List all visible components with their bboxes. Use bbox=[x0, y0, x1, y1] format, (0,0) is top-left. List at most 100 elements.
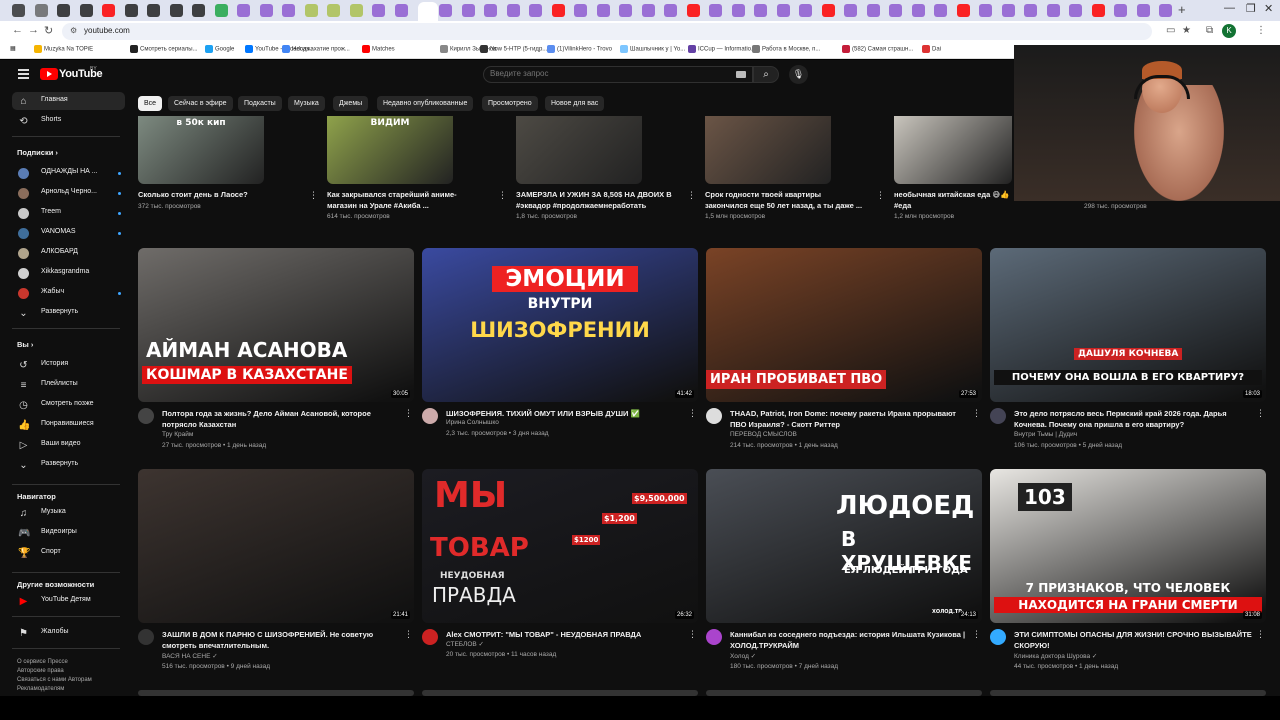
browser-menu-icon[interactable]: ⋮ bbox=[1256, 25, 1266, 36]
video-thumbnail[interactable]: 21:41 bbox=[138, 469, 414, 623]
footer-line[interactable]: О сервисе Прессе bbox=[17, 658, 117, 667]
filter-chip[interactable]: Новое для вас bbox=[545, 96, 605, 111]
video-thumbnail[interactable]: в 50к кип bbox=[138, 116, 264, 184]
menu-icon[interactable] bbox=[18, 69, 29, 79]
video-thumbnail[interactable]: ДАШУЛЯ КОЧНЕВА ПОЧЕМУ ОНА ВОШЛА В ЕГО КВА… bbox=[990, 248, 1266, 402]
sidebar-item-subscription[interactable]: VANOMAS bbox=[12, 224, 125, 242]
url-field[interactable]: ⚙ youtube.com bbox=[62, 23, 1152, 40]
channel-avatar[interactable] bbox=[138, 629, 154, 645]
footer-line[interactable]: Авторские права bbox=[17, 667, 117, 676]
back-icon[interactable]: ← bbox=[12, 24, 23, 36]
sidebar-item-reports[interactable]: ⚑ Жалобы bbox=[12, 624, 125, 642]
bookmark-item[interactable]: Шашлычник у | Yo... bbox=[620, 45, 685, 53]
sidebar-item-chevron-down[interactable]: ⌄ Развернуть bbox=[12, 456, 125, 474]
more-options-icon[interactable]: ⋮ bbox=[688, 408, 697, 419]
channel-name[interactable]: Клиника доктора Шурова ✓ bbox=[1014, 652, 1097, 660]
browser-tab[interactable] bbox=[956, 4, 970, 17]
video-title-line2[interactable]: магазин на Урале #Акиба ... bbox=[327, 200, 492, 211]
browser-tab[interactable] bbox=[214, 4, 228, 17]
site-info-icon[interactable]: ⚙ bbox=[70, 26, 77, 35]
browser-tab[interactable] bbox=[979, 4, 992, 17]
browser-tab[interactable] bbox=[686, 4, 700, 17]
bookmark-item[interactable]: Now 5-HTP (5-гидр... bbox=[480, 45, 547, 53]
browser-tab[interactable] bbox=[529, 4, 542, 17]
video-thumbnail[interactable]: 103 7 ПРИЗНАКОВ, ЧТО ЧЕЛОВЕК НАХОДИТСЯ НА … bbox=[990, 469, 1266, 623]
filter-chip[interactable]: Музыка bbox=[288, 96, 325, 111]
browser-tab[interactable] bbox=[731, 4, 745, 17]
sidebar-item-subscription[interactable]: Арнольд Черно... bbox=[12, 184, 125, 202]
browser-tab[interactable] bbox=[124, 4, 138, 17]
video-title-line2[interactable]: ПВО Израиля? - Скотт Риттер bbox=[730, 419, 975, 430]
browser-tab[interactable] bbox=[12, 4, 25, 17]
search-box[interactable] bbox=[483, 66, 753, 83]
video-thumbnail[interactable]: ЭМОЦИИ ВНУТРИ ШИЗОФРЕНИИ 41:42 bbox=[422, 248, 698, 402]
extensions-icon[interactable]: ⧉ bbox=[1206, 25, 1213, 36]
video-title-line2[interactable]: #эквадор #продолжаемнеработать bbox=[516, 200, 681, 211]
browser-tab[interactable] bbox=[776, 4, 790, 17]
more-options-icon[interactable]: ⋮ bbox=[687, 190, 696, 201]
active-tab[interactable] bbox=[418, 2, 438, 21]
video-thumbnail[interactable]: ЛЮДОЕД В ХРУЩЕВКЕ ЕЛ ЛЮДЕЙ ТРИ ГОДА ХОЛОД.Т… bbox=[706, 469, 982, 623]
sidebar-item-sport[interactable]: 🏆 Спорт bbox=[12, 544, 125, 562]
channel-name[interactable]: ВАСЯ НА СЕНЕ ✓ bbox=[162, 652, 218, 660]
video-title[interactable]: Каннибал из соседнего подъезда: история … bbox=[730, 629, 975, 640]
video-thumbnail[interactable] bbox=[422, 690, 698, 696]
more-options-icon[interactable]: ⋮ bbox=[309, 190, 318, 201]
browser-tab[interactable] bbox=[1069, 4, 1082, 17]
browser-tab[interactable] bbox=[844, 4, 857, 17]
browser-tab[interactable] bbox=[1136, 4, 1150, 17]
video-title[interactable]: ЗАШЛИ В ДОМ К ПАРНЮ С ШИЗОФРЕНИЕЙ. Не со… bbox=[162, 629, 407, 640]
sidebar-item-music[interactable]: ♫ Музыка bbox=[12, 504, 125, 522]
browser-tab[interactable] bbox=[1024, 4, 1037, 17]
browser-tab[interactable] bbox=[372, 4, 385, 17]
browser-tab[interactable] bbox=[1046, 4, 1060, 17]
bookmark-item[interactable]: Смотреть сериалы... bbox=[130, 45, 198, 53]
browser-tab[interactable] bbox=[799, 4, 812, 17]
browser-tab[interactable] bbox=[1159, 4, 1172, 17]
filter-chip[interactable]: Подкасты bbox=[238, 96, 282, 111]
channel-avatar[interactable] bbox=[990, 408, 1006, 424]
sidebar-item-gaming[interactable]: 🎮 Видеоигры bbox=[12, 524, 125, 542]
sidebar-item-your-videos[interactable]: ▷ Ваши видео bbox=[12, 436, 125, 454]
bookmark-item[interactable]: Неоджахатие прож... bbox=[282, 45, 350, 53]
channel-name[interactable]: Тру Крайм bbox=[162, 431, 193, 438]
bookmark-item[interactable]: Matches bbox=[362, 45, 395, 53]
browser-tab[interactable] bbox=[551, 4, 565, 17]
browser-tab[interactable] bbox=[57, 4, 70, 17]
profile-avatar[interactable]: K bbox=[1222, 24, 1236, 38]
sidebar-item-like[interactable]: 👍 Понравившиеся bbox=[12, 416, 125, 434]
search-input[interactable] bbox=[490, 69, 730, 78]
footer-line[interactable]: Связаться с нами Авторам bbox=[17, 676, 117, 685]
video-title-line2[interactable]: потрясло Казахстан bbox=[162, 419, 407, 430]
install-icon[interactable]: ▭ bbox=[1166, 25, 1175, 36]
bookmark-item[interactable]: ICCup — Informatio... bbox=[688, 45, 756, 53]
bookmark-item[interactable]: Dai bbox=[922, 45, 941, 53]
video-title[interactable]: Срок годности твоей квартиры bbox=[705, 189, 870, 200]
search-button[interactable]: ⌕ bbox=[753, 66, 779, 83]
bookmark-item[interactable]: Muzyka Na TOPiE bbox=[34, 45, 93, 53]
bookmark-item[interactable]: (582) Самая страшн... bbox=[842, 45, 913, 53]
video-title[interactable]: Сколько стоит день в Лаосе? bbox=[138, 189, 303, 200]
browser-tab[interactable] bbox=[304, 4, 318, 17]
video-title[interactable]: Как закрывался старейший аниме- bbox=[327, 189, 492, 200]
apps-icon[interactable]: ▦ bbox=[10, 45, 16, 52]
browser-tab[interactable] bbox=[821, 4, 835, 17]
sidebar-item-home[interactable]: ⌂ Главная bbox=[12, 92, 125, 110]
browser-tab[interactable] bbox=[1001, 4, 1015, 17]
browser-tab[interactable] bbox=[754, 4, 767, 17]
restore-icon[interactable]: ❐ bbox=[1246, 2, 1256, 15]
reload-icon[interactable]: ↻ bbox=[44, 24, 53, 37]
browser-tab[interactable] bbox=[237, 4, 250, 17]
bookmark-star-icon[interactable]: ★ bbox=[1182, 25, 1191, 36]
sidebar-item-subscription[interactable]: Жабыч bbox=[12, 284, 125, 302]
more-options-icon[interactable]: ⋮ bbox=[404, 629, 413, 640]
video-thumbnail[interactable]: МЫ ТОВАР НЕУДОБНАЯ ПРАВДА $9,500,000 $1,200 $1… bbox=[422, 469, 698, 623]
filter-chip[interactable]: Все bbox=[138, 96, 163, 111]
channel-avatar[interactable] bbox=[706, 629, 722, 645]
more-options-icon[interactable]: ⋮ bbox=[876, 190, 885, 201]
channel-name[interactable]: СТЕБЛОВ ✓ bbox=[446, 640, 484, 648]
voice-search-button[interactable]: 🎙 bbox=[789, 65, 808, 84]
video-title[interactable]: THAAD, Patriot, Iron Dome: почему ракеты… bbox=[730, 408, 975, 419]
browser-tab[interactable] bbox=[282, 4, 295, 17]
channel-name[interactable]: Ирина Солнышко bbox=[446, 419, 499, 426]
